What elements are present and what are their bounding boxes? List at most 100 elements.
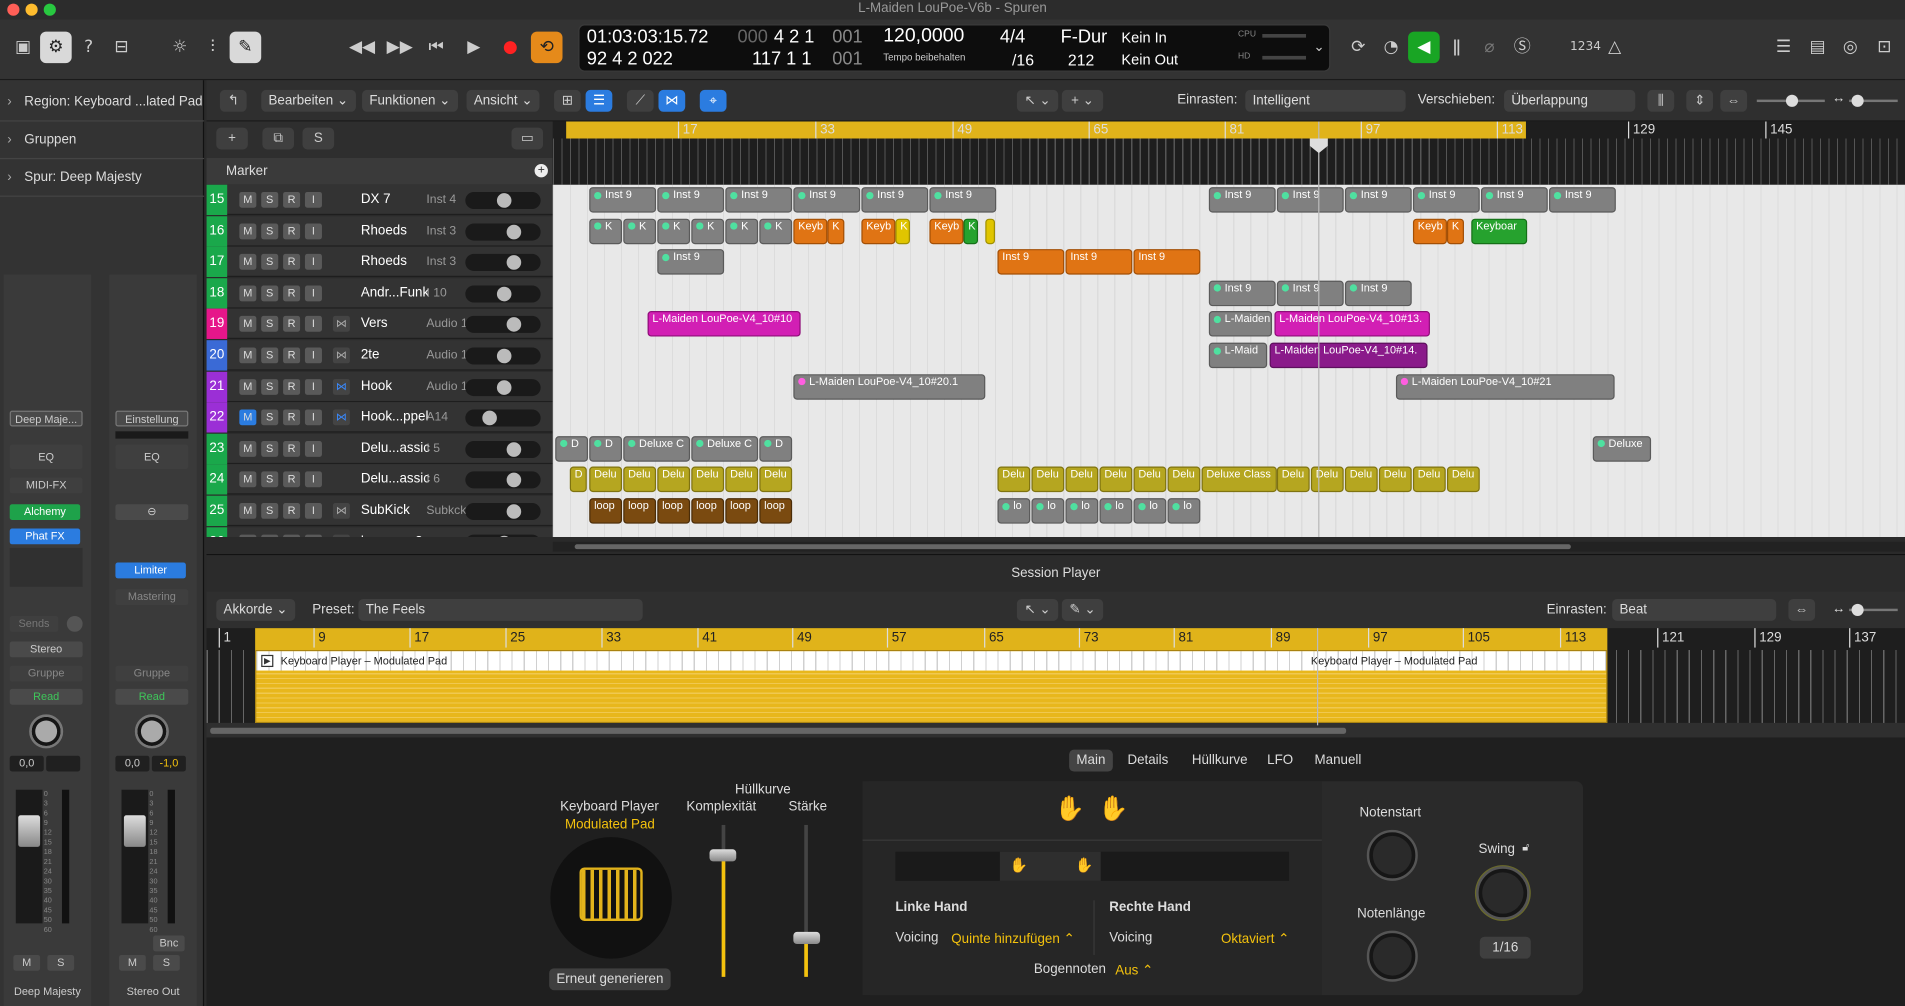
region[interactable]: Delu [1378,467,1412,493]
volume-thumb[interactable] [496,348,512,364]
volume-thumb[interactable] [506,317,522,333]
track-volume-slider[interactable] [465,503,541,521]
horizontal-scrollbar[interactable] [552,541,1905,552]
track-row[interactable]: 16 M S R I Rhoeds Inst 3 [206,215,553,247]
mixer-icon[interactable]: ⫶ [197,32,229,64]
track-input-button[interactable]: I [304,191,322,208]
track-mute-button[interactable]: M [239,316,257,333]
region[interactable]: Keyboar [1471,218,1528,244]
track-row[interactable]: 18 M S R I Andr...Funk I 10 [206,277,553,309]
track-record-button[interactable]: R [283,254,301,270]
division[interactable]: /16 [1012,51,1034,69]
region[interactable]: D [569,467,587,493]
session-ruler[interactable]: 1 9 17 25 33 41 49 57 65 73 81 89 97 105 113 121 129 137 [206,628,1905,651]
track-record-button[interactable]: R [283,378,301,395]
region[interactable] [985,218,996,244]
volume-thumb[interactable] [506,473,522,488]
list-view-icon[interactable]: ☰ [585,89,613,112]
tab-hüllkurve[interactable]: Hüllkurve [1185,750,1255,772]
session-cycle-area[interactable] [255,628,1608,651]
region[interactable]: L-Maid [1208,342,1268,369]
track-mute-button[interactable]: M [239,503,257,519]
track-solo-button[interactable]: S [261,254,279,270]
lock-icon[interactable]: 🔓︎ [1522,841,1529,854]
swing-value[interactable]: 1/16 [1479,936,1531,959]
horizontal-zoom-icon[interactable]: ⇔ [1720,89,1748,112]
session-scroll-thumb[interactable] [210,727,1347,734]
region[interactable]: loop [725,498,759,524]
region[interactable]: Inst 9 [793,187,861,213]
automation-button[interactable]: Read [9,688,83,705]
mastering-slot[interactable]: Mastering [115,589,189,606]
left-hand-icon[interactable]: ✋ [1055,793,1085,823]
setting-button[interactable]: Deep Maje... [9,410,83,427]
flex-icon[interactable]: ⋈ [332,409,350,426]
region[interactable]: K [759,218,793,244]
session-region[interactable]: Keyboard Player – Modulated Pad Keyboard … [255,650,1608,723]
track-input-button[interactable]: I [304,285,322,302]
loop-browser-icon[interactable]: ◎ [1835,32,1867,64]
swing-knob[interactable] [1476,866,1530,920]
region[interactable]: Inst 9 [1549,187,1616,213]
region[interactable]: Inst 9 [997,249,1065,275]
track-solo-button[interactable]: S [261,409,279,426]
session-playhead[interactable] [1316,628,1319,726]
region[interactable]: Inst 9 [861,187,929,213]
region[interactable]: Deluxe C [691,435,759,462]
tab-main[interactable]: Main [1069,749,1113,772]
track-solo-button[interactable]: S [261,285,279,302]
group-button[interactable]: Gruppe [9,665,83,682]
track-volume-slider[interactable] [465,534,541,538]
catch-icon[interactable]: ⌖ [699,89,727,112]
region[interactable]: Inst 9 [657,187,725,213]
region[interactable]: Inst 9 [657,249,725,275]
region[interactable]: Inst 9 [929,187,997,213]
region[interactable]: Delu [1344,467,1378,493]
region[interactable]: D [555,435,589,462]
zoom-thumb-h[interactable] [1851,94,1864,107]
eq-display[interactable]: EQ [9,444,83,469]
play-region-icon[interactable]: ▶ [261,654,274,668]
track-record-button[interactable]: R [283,440,301,457]
right-hand-icon[interactable]: ✋ [1098,793,1128,823]
track-solo-button[interactable]: S [261,191,279,208]
region[interactable]: Delu [1133,467,1167,493]
right-voicing-dropdown[interactable]: Oktaviert ⌃ [1221,931,1289,947]
track-volume-slider[interactable] [465,285,541,303]
region[interactable]: K [623,218,657,244]
view-menu[interactable]: Ansicht ⌄ [466,89,540,112]
back-icon[interactable]: ↰ [219,89,247,112]
region[interactable]: loop [759,498,793,524]
region[interactable]: Deluxe C [623,435,691,462]
track-volume-slider[interactable] [465,409,541,427]
pencil-tool[interactable]: ✎ ⌄ [1061,598,1104,621]
volume-thumb[interactable] [496,286,512,302]
sp-zoom-thumb[interactable] [1851,603,1864,616]
flex-icon[interactable]: ⋈ [658,89,686,112]
flex-icon[interactable]: ⋈ [332,534,350,538]
key-display[interactable]: F-Dur [1061,27,1108,48]
region[interactable]: K [1446,218,1464,244]
region[interactable]: loop [657,498,691,524]
track-input-button[interactable]: I [304,471,322,488]
region[interactable]: L-Maiden LouPoe-V4_10#20.1 [793,373,986,400]
track-row[interactable]: 26 MSRI ⋈ loop...co 2Subk [206,526,553,538]
track-input-button[interactable]: I [304,254,322,270]
region[interactable]: loop [589,498,623,524]
track-solo-button[interactable]: S [261,503,279,519]
browser-icon[interactable]: ⊡ [1869,32,1901,64]
help-icon[interactable]: ? [73,32,105,64]
track-row[interactable]: 21 M S R I ⋈ Hook Audio 13 [206,371,553,402]
chevron-down-icon[interactable]: ⌄ [1313,39,1324,55]
region[interactable]: Deluxe Class [1201,467,1277,493]
waveform-zoom-icon[interactable]: ⫼ [1647,89,1675,112]
volume-fader[interactable] [123,815,146,847]
warning-icon[interactable]: △ [1599,32,1631,64]
track-record-button[interactable]: R [283,316,301,333]
inspector-region-row[interactable]: › Region: Keyboard ...lated Pad [0,84,205,122]
track-record-button[interactable]: R [283,409,301,426]
bogen-dropdown[interactable]: Aus ⌃ [1115,962,1153,978]
region[interactable]: K [895,218,910,244]
pan-knob[interactable] [29,714,64,749]
region[interactable]: Inst 9 [725,187,793,213]
